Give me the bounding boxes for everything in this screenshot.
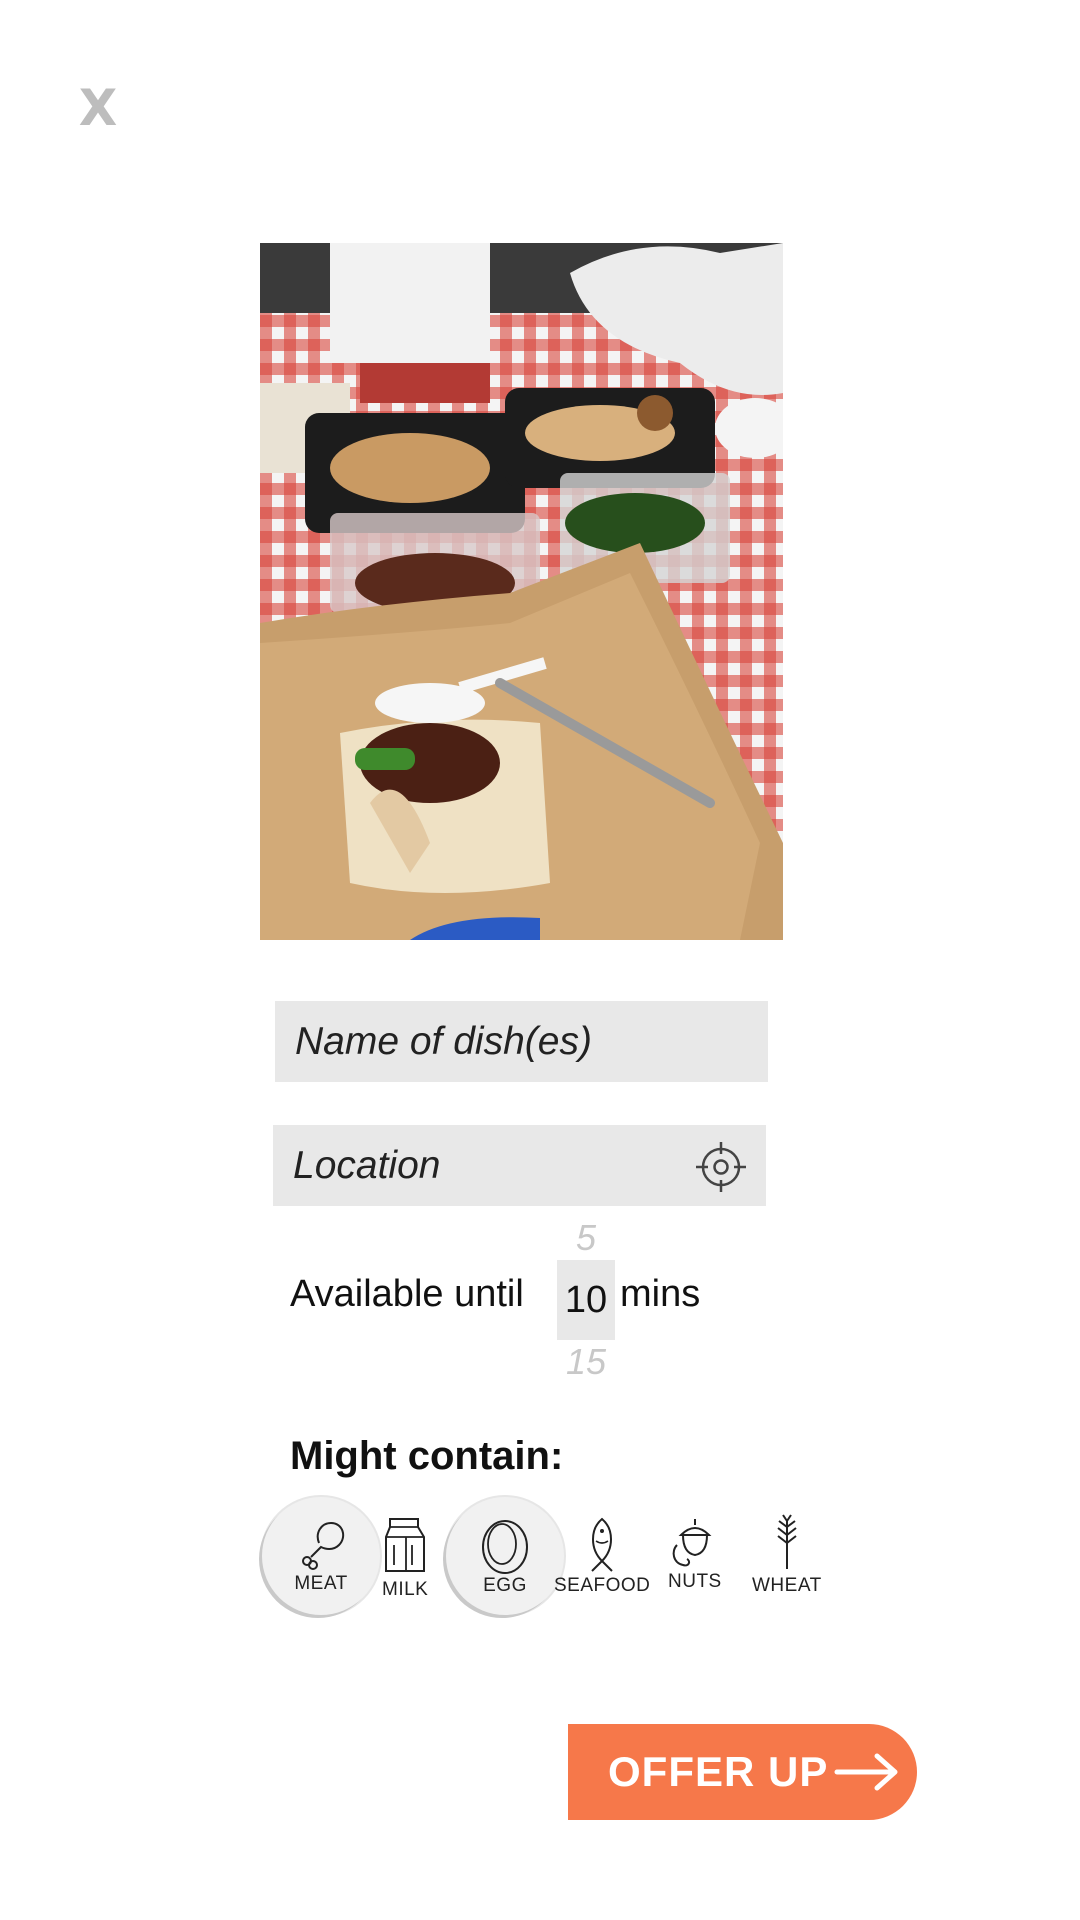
allergen-wheat[interactable]: WHEAT: [752, 1513, 822, 1597]
dish-name-input[interactable]: [275, 1001, 768, 1082]
picker-prev-value[interactable]: 5: [557, 1218, 615, 1258]
allergen-egg-label: EGG: [483, 1575, 527, 1596]
minutes-unit-label: mins: [620, 1273, 701, 1315]
dish-photo: [260, 243, 783, 940]
allergen-nuts[interactable]: NUTS: [668, 1515, 722, 1593]
picker-next-value[interactable]: 15: [557, 1342, 615, 1382]
allergen-meat-label: MEAT: [294, 1573, 348, 1594]
offer-up-button[interactable]: OFFER UP: [568, 1724, 917, 1820]
minutes-picker[interactable]: 5 10 15: [557, 1218, 615, 1382]
allergen-seafood[interactable]: SEAFOOD: [554, 1515, 650, 1597]
wheat-icon: [777, 1514, 797, 1569]
arrow-right-icon: [834, 1753, 898, 1791]
picker-current-value[interactable]: 10: [557, 1260, 615, 1340]
fish-icon: [591, 1517, 613, 1572]
allergen-seafood-label: SEAFOOD: [554, 1575, 651, 1596]
might-contain-heading: Might contain:: [290, 1434, 564, 1478]
allergen-meat[interactable]: MEAT: [262, 1497, 380, 1615]
allergen-nuts-label: NUTS: [668, 1571, 722, 1592]
location-field[interactable]: [273, 1125, 766, 1206]
allergen-egg[interactable]: EGG: [446, 1497, 564, 1615]
allergen-milk-label: MILK: [382, 1579, 429, 1600]
milk-carton-icon: [385, 1518, 426, 1572]
allergen-wheat-label: WHEAT: [752, 1575, 822, 1596]
nut-icon: [672, 1519, 712, 1567]
drumstick-icon: [302, 1522, 345, 1570]
allergen-selector: MEAT MILK EGG SEAFOOD NUTS WHEAT: [258, 1495, 838, 1625]
close-button[interactable]: X: [78, 79, 118, 137]
offer-up-label: OFFER UP: [608, 1748, 829, 1795]
dish-name-field[interactable]: [275, 1001, 768, 1082]
allergen-milk[interactable]: MILK: [382, 1515, 428, 1601]
crosshair-location-icon[interactable]: [694, 1140, 748, 1194]
egg-icon: [482, 1520, 528, 1574]
location-input[interactable]: [273, 1125, 766, 1206]
available-until-label: Available until: [290, 1273, 524, 1315]
